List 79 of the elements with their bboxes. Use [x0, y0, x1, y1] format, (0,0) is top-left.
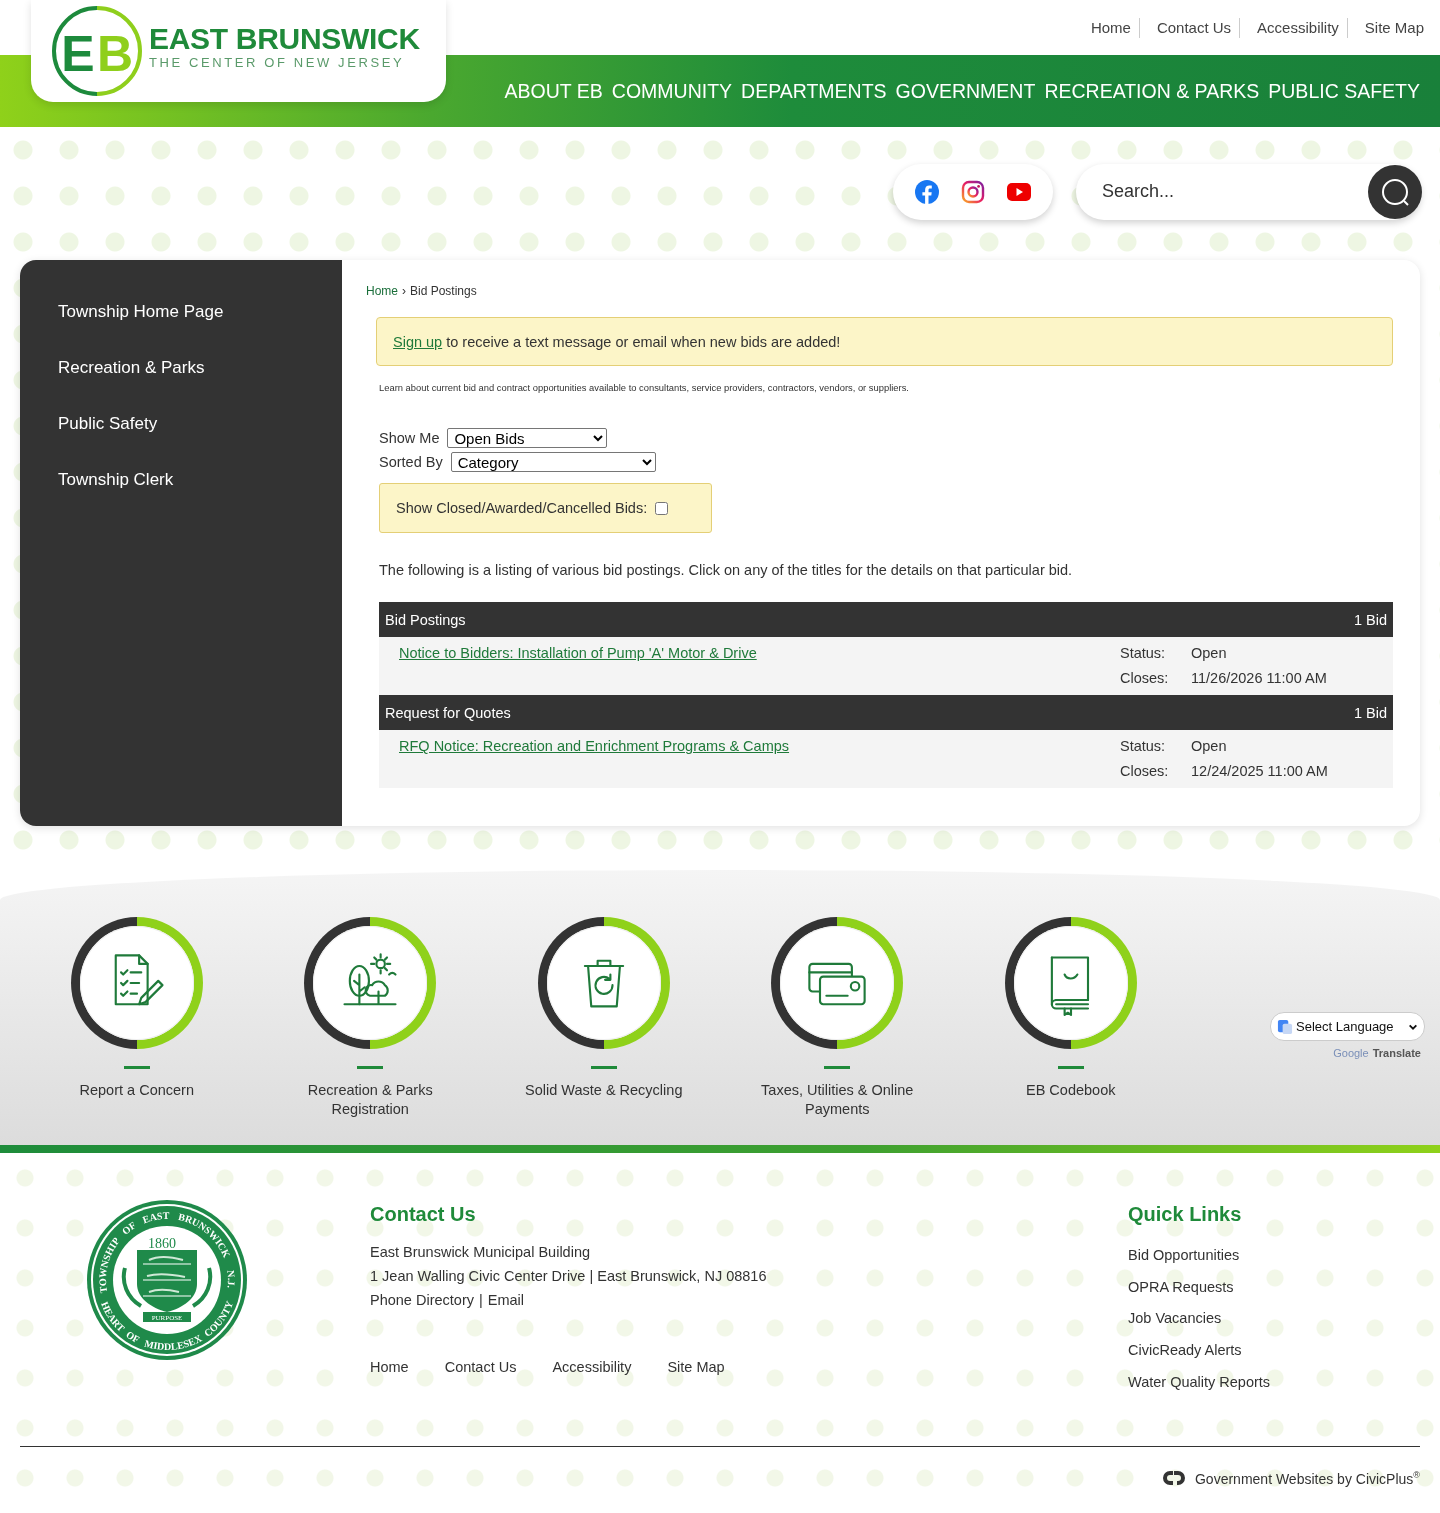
- footer-nav-link[interactable]: Accessibility: [552, 1359, 632, 1375]
- footer-link[interactable]: Email: [487, 1288, 524, 1312]
- seal-lettering: OF: [124, 1328, 142, 1346]
- logo-monogram: EB: [51, 5, 143, 97]
- nav-item[interactable]: ABOUT EB: [504, 79, 603, 103]
- seal-year: 1860: [148, 1236, 176, 1251]
- address-line: East Brunswick Municipal Building: [370, 1243, 591, 1262]
- filter-label: Sorted By: [379, 453, 443, 470]
- tile-label: Solid Waste & Recycling: [524, 1081, 684, 1100]
- status-value: Open: [1191, 644, 1228, 663]
- tile-label: Taxes, Utilities & Online Payments: [760, 1081, 915, 1119]
- nav-item[interactable]: GOVERNMENT: [895, 79, 1036, 103]
- dropdown-field[interactable]: Category: [450, 451, 656, 472]
- utility-link[interactable]: Contact Us: [1138, 17, 1240, 38]
- quick-link[interactable]: Water Quality Reports: [1128, 1366, 1440, 1399]
- sidebar-item[interactable]: Public Safety: [58, 410, 342, 466]
- closes-value: 12/24/2025 11:00 AM: [1191, 761, 1329, 781]
- translate-link[interactable]: Translate: [1372, 1047, 1421, 1059]
- address-line: 1 Jean Walling Civic Center Drive | East Brunswick, NJ 08816: [370, 1267, 768, 1286]
- checkbox-label: Show Closed/Awarded/Cancelled Bids:: [396, 500, 648, 516]
- closes-label: Closes:: [1120, 761, 1170, 781]
- breadcrumb-link[interactable]: Home: [366, 284, 398, 302]
- tile-label: Report a Concern: [78, 1081, 195, 1100]
- intro-text: Learn about current bid and contract opportunities available to consultants, service providers, contractors, vendors, or suppliers.: [379, 382, 910, 393]
- category-title: Bid Postings: [385, 611, 466, 628]
- seal-lettering: OF: [119, 1219, 138, 1237]
- logo-title: EAST BRUNSWICK: [149, 22, 420, 55]
- sidebar-item[interactable]: Township Home Page: [58, 298, 342, 354]
- status-label: Status:: [1120, 737, 1167, 756]
- status-value: Open: [1191, 737, 1228, 756]
- link-separator: |: [478, 1291, 483, 1310]
- seal-lettering: EAST: [141, 1209, 170, 1226]
- quick-link-tile[interactable]: Recreation & Parks Registration: [253, 917, 487, 1145]
- bid-title-link[interactable]: RFQ Notice: Recreation and Enrichment Programs & Camps: [399, 736, 790, 782]
- quick-link-tile[interactable]: EB Codebook: [954, 917, 1188, 1145]
- sidebar-item[interactable]: Recreation & Parks: [58, 354, 342, 410]
- bid-count: 1 Bid: [1353, 611, 1387, 628]
- quick-link-tile[interactable]: Solid Waste & Recycling: [487, 917, 721, 1145]
- dropdown-field[interactable]: Open Bids: [447, 427, 608, 448]
- nav-item[interactable]: PUBLIC SAFETY: [1268, 79, 1420, 103]
- nav-item[interactable]: COMMUNITY: [611, 79, 733, 103]
- quick-link[interactable]: OPRA Requests: [1128, 1271, 1440, 1304]
- alert-text: Sign up to receive a text message or email when new bids are added!: [393, 333, 841, 350]
- credit-text[interactable]: Government Websites by CivicPlus$^{®}$: [1195, 1469, 1420, 1487]
- utility-link[interactable]: Accessibility: [1239, 17, 1347, 38]
- search-field[interactable]: Search...: [1100, 180, 1368, 203]
- quick-link[interactable]: Job Vacancies: [1128, 1303, 1440, 1336]
- signup-link[interactable]: Sign up: [393, 333, 443, 350]
- listing-note: The following is a listing of various bid postings. Click on any of the titles for the details on that particular bid.: [379, 562, 1074, 578]
- status-label: Status:: [1120, 644, 1167, 663]
- sidebar-item[interactable]: Township Clerk: [58, 466, 342, 522]
- bid-count: 1 Bid: [1353, 704, 1387, 721]
- logo-tagline: THE CENTER OF NEW JERSEY: [149, 54, 406, 70]
- footer-nav-link[interactable]: Site Map: [667, 1359, 725, 1375]
- quick-link[interactable]: CivicReady Alerts: [1128, 1335, 1440, 1367]
- tile-label: EB Codebook: [1025, 1081, 1117, 1100]
- utility-link[interactable]: Home: [1073, 17, 1139, 38]
- quick-link-tile[interactable]: Report a Concern: [20, 917, 254, 1145]
- breadcrumb-current: Bid Postings: [410, 284, 477, 300]
- footer-nav-link[interactable]: Home: [370, 1359, 409, 1375]
- filter-label: Show Me: [379, 429, 440, 446]
- utility-link[interactable]: Site Map: [1346, 17, 1432, 38]
- footer-heading: Quick Links: [1128, 1203, 1243, 1226]
- quick-link-tile[interactable]: Taxes, Utilities & Online Payments: [720, 917, 954, 1145]
- footer-heading: Contact Us: [370, 1203, 477, 1226]
- category-title: Request for Quotes: [385, 704, 511, 721]
- breadcrumb-separator: ›: [402, 284, 406, 300]
- bid-title-link[interactable]: Notice to Bidders: Installation of Pump 'A' Motor & Drive: [399, 643, 757, 689]
- footer-nav-link[interactable]: Contact Us: [444, 1359, 517, 1375]
- seal-lettering: MIDDLESEX: [143, 1332, 204, 1353]
- quick-link[interactable]: Bid Opportunities: [1128, 1240, 1440, 1272]
- tile-label: Recreation & Parks Registration: [306, 1081, 434, 1119]
- nav-item[interactable]: DEPARTMENTS: [741, 79, 887, 103]
- google-text: Google: [1333, 1047, 1369, 1059]
- closes-value: 11/26/2026 11:00 AM: [1191, 668, 1328, 688]
- footer-link[interactable]: Phone Directory: [370, 1288, 474, 1312]
- language-select[interactable]: Select Language: [1270, 1012, 1425, 1041]
- nav-item[interactable]: RECREATION & PARKS: [1044, 79, 1260, 103]
- closes-label: Closes:: [1120, 668, 1170, 688]
